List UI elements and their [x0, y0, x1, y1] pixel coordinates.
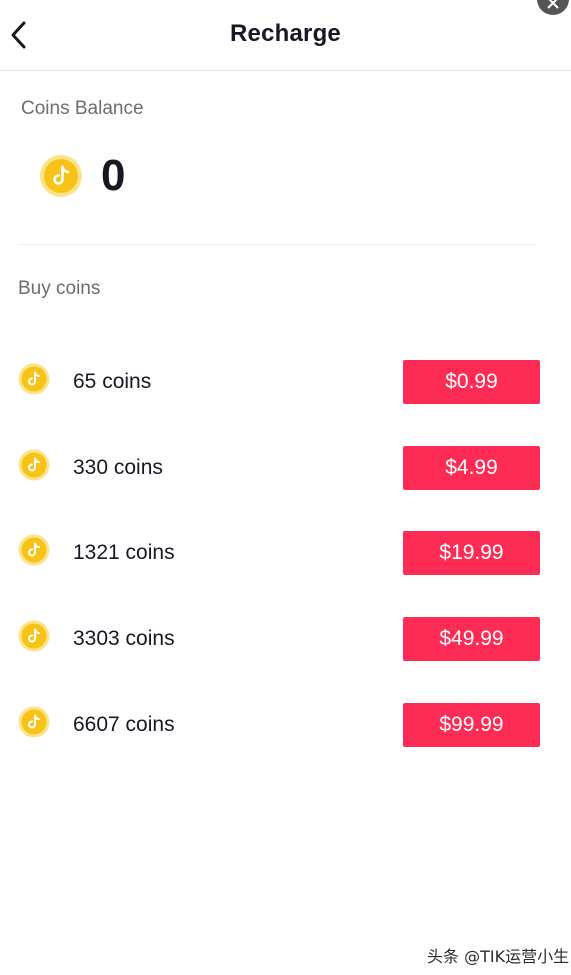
coin-icon [18, 620, 50, 652]
coins-balance-value: 0 [101, 151, 126, 200]
coins-balance-label: Coins Balance [21, 98, 144, 119]
coin-icon [40, 155, 82, 197]
coin-icon [18, 706, 50, 738]
price-button[interactable]: $4.99 [403, 446, 540, 490]
coin-package-row: 330 coins $4.99 [0, 446, 571, 490]
page-title: Recharge [230, 20, 341, 47]
watermark-text: 头条 @TIK运营小生 [427, 947, 570, 966]
coin-package-row: 1321 coins $19.99 [0, 531, 571, 575]
coin-icon [18, 449, 50, 481]
coin-package-amount: 1321 coins [73, 541, 175, 564]
close-button[interactable] [537, 0, 569, 15]
price-button[interactable]: $99.99 [403, 703, 540, 747]
header-bar: Recharge [0, 0, 571, 71]
recharge-page: Recharge Coins Balance 0 Buy coins 65 co… [0, 0, 571, 975]
coin-icon [18, 534, 50, 566]
coin-icon [18, 363, 50, 395]
coin-package-row: 6607 coins $99.99 [0, 703, 571, 747]
price-button[interactable]: $0.99 [403, 360, 540, 404]
coin-package-amount: 330 coins [73, 456, 163, 479]
coin-package-row: 65 coins $0.99 [0, 360, 571, 404]
price-button[interactable]: $19.99 [403, 531, 540, 575]
coin-package-amount: 6607 coins [73, 713, 175, 736]
price-button[interactable]: $49.99 [403, 617, 540, 661]
coin-package-amount: 3303 coins [73, 627, 175, 650]
coin-package-row: 3303 coins $49.99 [0, 617, 571, 661]
coin-package-amount: 65 coins [73, 370, 152, 393]
divider [19, 244, 537, 245]
close-icon [547, 0, 559, 9]
buy-coins-label: Buy coins [18, 278, 101, 299]
